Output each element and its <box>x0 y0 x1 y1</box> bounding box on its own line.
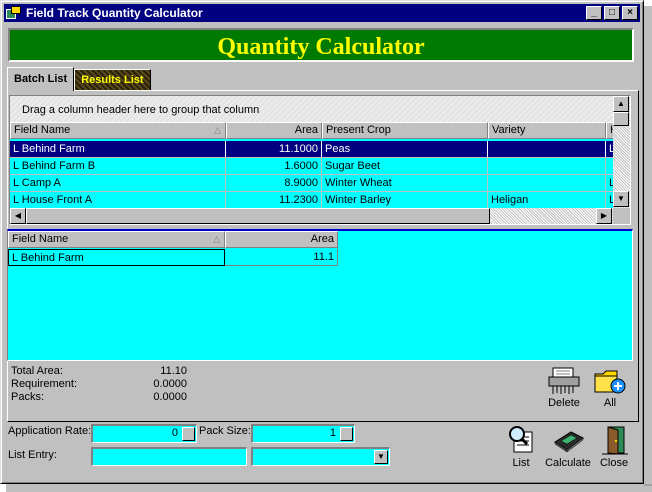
table-row[interactable]: L Camp A 8.9000 Winter Wheat L <box>10 175 616 192</box>
scrollbar-corner <box>613 208 630 224</box>
sort-asc-icon: △ <box>213 234 220 244</box>
pack-size-spin-button[interactable] <box>340 427 353 441</box>
title-bar[interactable]: Field Track Quantity Calculator _ □ × <box>4 4 640 22</box>
cell-field-name: L Behind Farm B <box>10 158 226 175</box>
all-button[interactable]: All <box>590 366 630 409</box>
delete-label: Delete <box>548 397 580 409</box>
window-shadow-bottom <box>6 484 652 492</box>
requirement-label: Requirement: <box>11 378 78 390</box>
column-header-area[interactable]: Area <box>226 122 322 139</box>
window-title: Field Track Quantity Calculator <box>26 6 203 20</box>
pack-size-input[interactable]: 1 <box>251 424 355 443</box>
list-entry-input[interactable] <box>91 447 247 466</box>
window-shadow-right <box>644 6 652 486</box>
requirement-value: 0.0000 <box>153 378 187 390</box>
chevron-down-icon[interactable]: ▼ <box>374 450 388 464</box>
cell-area: 11.2300 <box>226 192 322 209</box>
delete-button[interactable]: Delete <box>543 366 585 409</box>
table-row[interactable]: L Behind Farm B 1.6000 Sugar Beet <box>10 158 616 175</box>
cell-variety <box>488 175 606 192</box>
calculate-button[interactable]: Calculate <box>543 424 593 469</box>
tab-results-list[interactable]: Results List <box>74 69 151 91</box>
total-area-row: Total Area: 11.10 <box>11 365 211 378</box>
calculate-label: Calculate <box>545 457 591 469</box>
shredder-icon <box>548 367 580 394</box>
cell-present-crop: Sugar Beet <box>322 158 488 175</box>
folder-add-icon <box>594 370 626 394</box>
all-label: All <box>603 397 617 409</box>
vertical-scrollbar[interactable]: ▲ ▼ <box>613 96 630 208</box>
selection-grid[interactable]: Field Name △ Area L Behind Farm 11.1 <box>7 229 633 361</box>
banner-title: Quantity Calculator <box>8 28 634 62</box>
packs-row: Packs: 0.0000 <box>11 391 211 404</box>
list-entry-select[interactable]: ▼ <box>251 447 390 466</box>
totals-panel: Total Area: 11.10 Requirement: 0.0000 Pa… <box>11 365 211 404</box>
cell-field-name: L Behind Farm <box>8 249 225 266</box>
application-rate-spin-button[interactable] <box>182 427 195 441</box>
cell-area: 11.1000 <box>226 141 322 158</box>
cell-variety <box>488 158 606 175</box>
close-label: Close <box>599 457 629 469</box>
selection-grid-header: Field Name △ Area <box>8 231 338 248</box>
vertical-scroll-thumb[interactable] <box>613 112 629 126</box>
scroll-right-arrow-icon[interactable]: ▶ <box>596 208 612 224</box>
application-rate-value: 0 <box>171 427 178 439</box>
cell-area: 11.1 <box>225 249 338 266</box>
close-window-button[interactable]: × <box>622 6 638 20</box>
cell-variety: Heligan <box>488 192 606 209</box>
cell-area: 8.9000 <box>226 175 322 192</box>
tab-strip: Batch List Results List <box>7 67 151 91</box>
batch-grid-header: Field Name △ Area Present Crop Variety H <box>10 122 616 139</box>
cell-field-name: L Camp A <box>10 175 226 192</box>
sort-asc-icon: △ <box>214 125 221 135</box>
application-rate-input[interactable]: 0 <box>91 424 197 443</box>
application-rate-label: Application Rate: <box>8 425 92 437</box>
scroll-up-arrow-icon[interactable]: ▲ <box>613 96 629 112</box>
scroll-left-arrow-icon[interactable]: ◀ <box>10 208 26 224</box>
table-row[interactable]: L House Front A 11.2300 Winter Barley He… <box>10 192 616 209</box>
pack-size-value: 1 <box>329 427 336 439</box>
column-header-label: Field Name <box>14 124 71 136</box>
close-button[interactable]: Close <box>596 424 632 469</box>
total-area-value: 11.10 <box>160 365 187 377</box>
cell-area: 1.6000 <box>226 158 322 175</box>
list-label: List <box>512 457 530 469</box>
cell-variety <box>488 141 606 158</box>
list-magnifier-icon <box>509 426 533 453</box>
total-area-label: Total Area: <box>11 365 63 377</box>
cell-field-name: L Behind Farm <box>10 141 226 158</box>
maximize-button[interactable]: □ <box>604 6 620 20</box>
requirement-row: Requirement: 0.0000 <box>11 378 211 391</box>
column-header-present-crop[interactable]: Present Crop <box>322 122 488 139</box>
column-header-field-name[interactable]: Field Name △ <box>10 122 226 139</box>
group-by-area[interactable]: Drag a column header here to group that … <box>10 96 613 122</box>
minimize-button[interactable]: _ <box>586 6 602 20</box>
pack-size-label: Pack Size: <box>199 425 251 437</box>
cell-present-crop: Peas <box>322 141 488 158</box>
packs-label: Packs: <box>11 391 45 403</box>
scroll-down-arrow-icon[interactable]: ▼ <box>613 191 629 207</box>
app-icon <box>6 6 22 20</box>
batch-grid[interactable]: Drag a column header here to group that … <box>9 95 631 225</box>
cell-present-crop: Winter Wheat <box>322 175 488 192</box>
list-entry-label: List Entry: <box>8 449 57 461</box>
column-header-field-name[interactable]: Field Name △ <box>8 231 225 248</box>
horizontal-scrollbar[interactable]: ◀ ▶ <box>10 208 613 224</box>
table-row[interactable]: L Behind Farm 11.1000 Peas L <box>10 141 616 158</box>
packs-value: 0.0000 <box>153 391 187 403</box>
cell-field-name: L House Front A <box>10 192 226 209</box>
column-header-area[interactable]: Area <box>225 231 338 248</box>
list-button[interactable]: List <box>502 424 540 469</box>
door-exit-icon <box>602 426 628 455</box>
horizontal-scroll-thumb[interactable] <box>26 208 490 224</box>
column-header-variety[interactable]: Variety <box>488 122 606 139</box>
table-row[interactable]: L Behind Farm 11.1 <box>8 249 338 266</box>
calculator-icon <box>554 431 584 453</box>
column-header-label: Field Name <box>12 233 69 245</box>
tab-batch-list[interactable]: Batch List <box>7 67 75 91</box>
cell-present-crop: Winter Barley <box>322 192 488 209</box>
